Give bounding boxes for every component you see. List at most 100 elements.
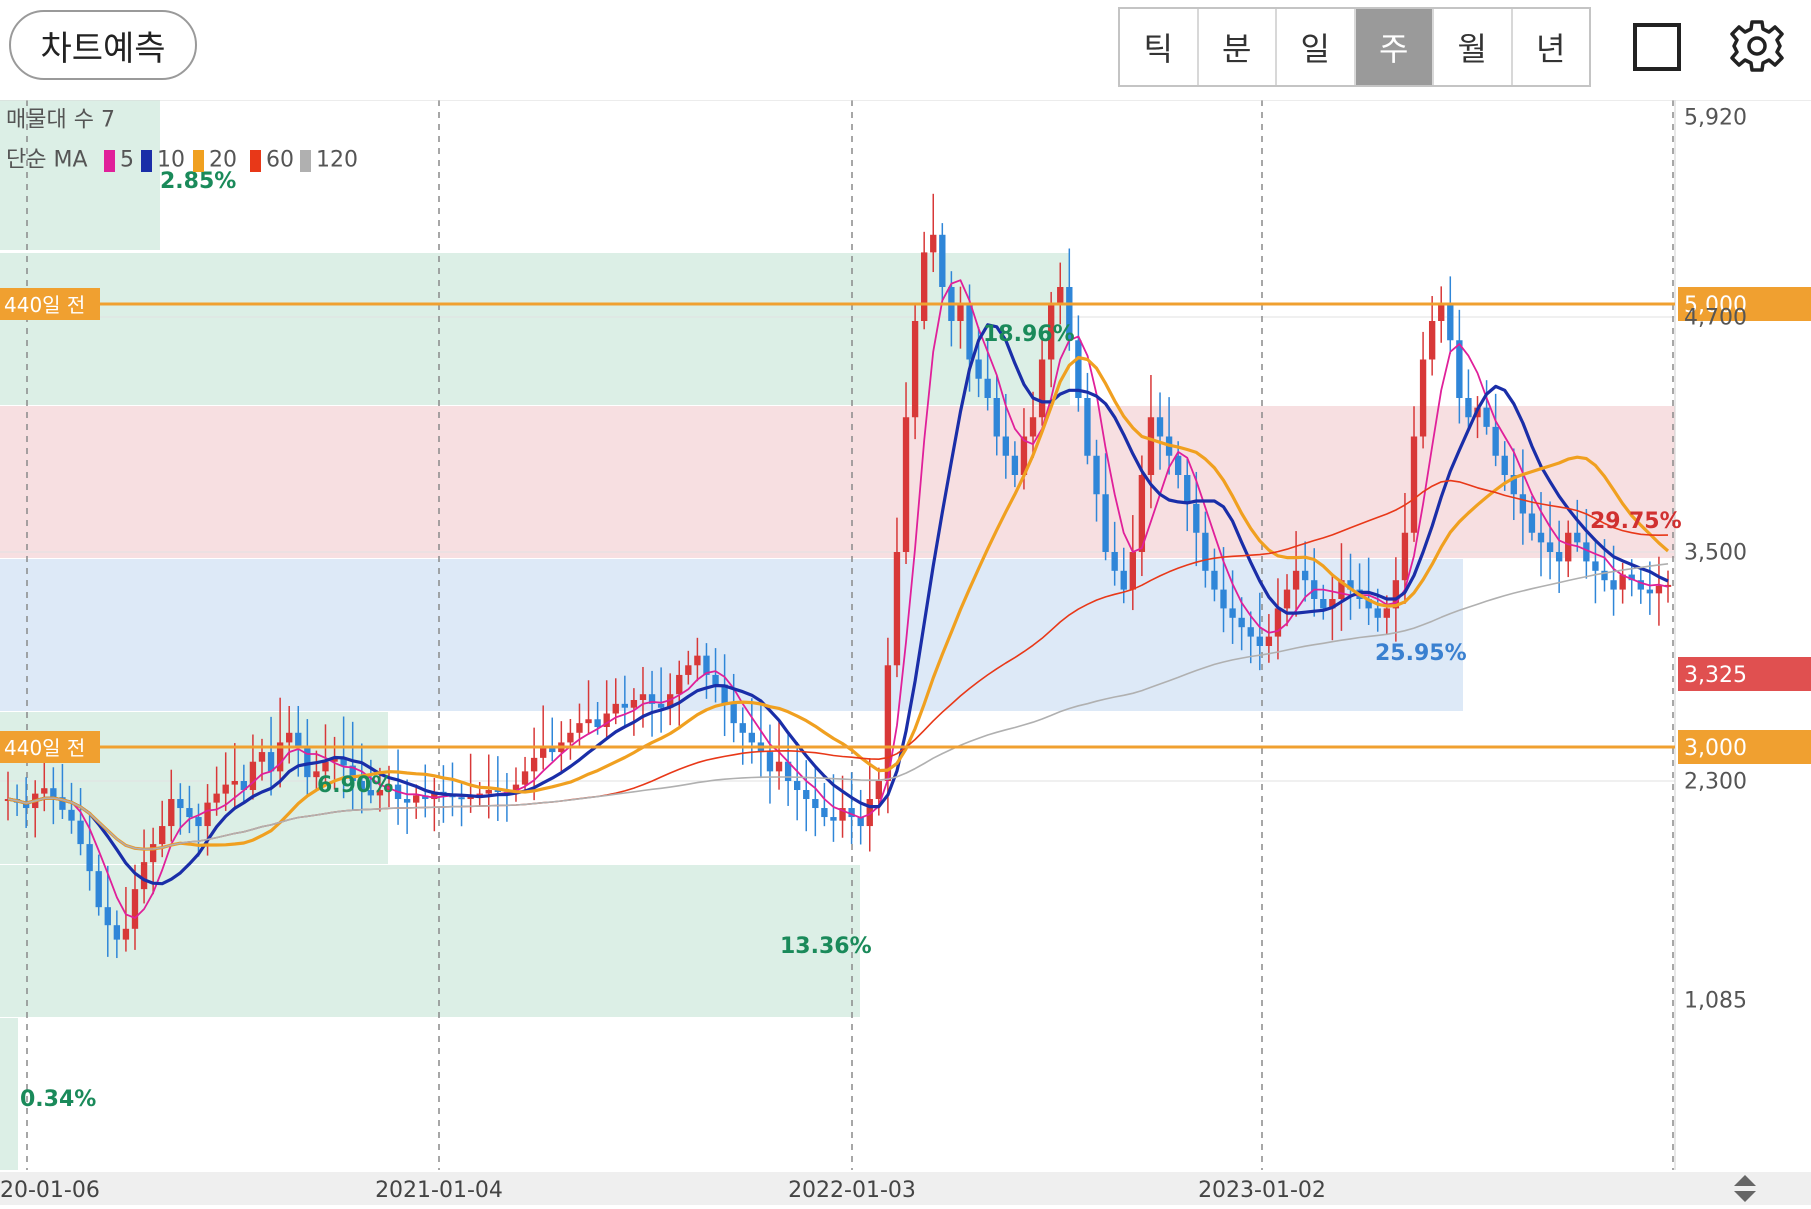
- candle-body: [1592, 561, 1599, 571]
- axis-scale-handle-icon[interactable]: [1730, 1171, 1760, 1205]
- candle-body: [657, 703, 665, 708]
- candle-body: [1555, 552, 1563, 562]
- y-tick-label: 5,920: [1684, 106, 1747, 131]
- candle-body: [930, 234, 937, 253]
- candle-body: [612, 703, 619, 714]
- candle-body: [1093, 455, 1100, 495]
- candle-body: [50, 788, 57, 798]
- candle-body: [585, 719, 592, 724]
- candle-body: [875, 781, 882, 800]
- zone-label: 2.85%: [160, 169, 236, 194]
- y-tick-label: 4,700: [1684, 306, 1747, 331]
- candle-body: [1483, 407, 1490, 427]
- candle-body: [911, 321, 919, 418]
- candle-body: [975, 359, 982, 379]
- candle-body: [286, 732, 293, 743]
- candle-body: [775, 761, 783, 772]
- candle-body: [630, 700, 638, 708]
- candle-body: [1401, 532, 1409, 581]
- y-tick-label: 1,085: [1684, 989, 1747, 1014]
- square-icon[interactable]: [1632, 22, 1682, 72]
- period-tab-week[interactable]: 주: [1355, 9, 1434, 85]
- candle-body: [1519, 494, 1527, 514]
- zone-label: 29.75%: [1590, 509, 1682, 534]
- candle-body: [1646, 589, 1654, 594]
- candle-body: [177, 799, 184, 809]
- candle-body: [113, 925, 121, 940]
- y-tick-label: 3,500: [1684, 541, 1747, 566]
- period-tab-day[interactable]: 일: [1277, 9, 1356, 85]
- candle-body: [1528, 513, 1536, 533]
- candle-body: [1057, 287, 1064, 304]
- candle-body: [458, 797, 465, 800]
- candle-body: [794, 781, 801, 791]
- period-tab-year[interactable]: 년: [1513, 9, 1590, 85]
- candle-body: [739, 723, 746, 733]
- candle-body: [1320, 599, 1327, 609]
- candle-body: [685, 665, 692, 675]
- candle-body: [1129, 552, 1136, 590]
- period-selector: 틱 분 일 주 월 년: [1118, 7, 1591, 87]
- candle-body: [104, 907, 111, 926]
- ma-legend-title: 단순 MA: [6, 148, 88, 173]
- candle-body: [1428, 321, 1436, 360]
- gear-icon[interactable]: [1727, 16, 1787, 76]
- period-tab-tick[interactable]: 틱: [1120, 9, 1199, 85]
- zone-label: 6.90%: [317, 773, 393, 798]
- candle-body: [639, 694, 647, 700]
- ma10-label: 10: [157, 148, 185, 173]
- period-tab-month[interactable]: 월: [1434, 9, 1513, 85]
- candle-body: [295, 732, 302, 747]
- current-price-marker: 3,325: [1678, 657, 1811, 691]
- zone-label: 18.96%: [983, 322, 1075, 347]
- candle-body: [231, 781, 238, 785]
- top-toolbar: 차트예측 틱 분 일 주 월 년: [0, 0, 1811, 100]
- candle-body: [1256, 636, 1263, 646]
- candle-body: [86, 844, 93, 872]
- candle-body: [1374, 608, 1381, 618]
- candle-body: [957, 304, 964, 321]
- candle-body: [140, 862, 148, 890]
- candle-body: [1229, 608, 1236, 618]
- price-chart[interactable]: 440일 전 5,000 440일 전 3,000 3,325 2.85% 18…: [0, 100, 1811, 1205]
- candle-body: [821, 808, 828, 818]
- candle-body: [1156, 417, 1164, 437]
- candle-body: [921, 252, 928, 321]
- volume-profile-count: 매물대 수 7: [6, 108, 115, 133]
- ma60-label: 60: [266, 148, 294, 173]
- candle-body: [902, 417, 910, 552]
- candle-body: [621, 703, 629, 708]
- candle-body: [1492, 426, 1499, 456]
- candle-body: [766, 752, 774, 772]
- candle-body: [168, 799, 175, 827]
- candle-body: [676, 674, 683, 695]
- candle-body: [1247, 627, 1254, 637]
- candle-body: [1447, 304, 1454, 341]
- candle-body: [1202, 532, 1209, 571]
- candle-body: [1220, 589, 1227, 609]
- ma20-label: 20: [209, 148, 237, 173]
- ma5-swatch: [104, 150, 115, 172]
- candle-body: [1084, 398, 1091, 456]
- candle-body: [1211, 570, 1218, 590]
- candle-body: [68, 809, 75, 821]
- period-tab-minute[interactable]: 분: [1199, 9, 1277, 85]
- candle-body: [1610, 580, 1617, 590]
- chart-predict-button[interactable]: 차트예측: [9, 10, 197, 80]
- candle-body: [204, 802, 211, 827]
- candle-body: [1456, 340, 1463, 398]
- candle-body: [322, 761, 329, 772]
- candle-body: [1193, 503, 1200, 533]
- candle-body: [1574, 532, 1581, 543]
- candle-body: [159, 826, 166, 845]
- candle-body: [149, 844, 157, 863]
- price-line-upper-left-label: 440일 전: [4, 293, 85, 317]
- zone-label: 13.36%: [780, 934, 872, 959]
- ma120-label: 120: [316, 148, 358, 173]
- candle-body: [1283, 589, 1291, 609]
- candle-body: [1301, 570, 1309, 581]
- zone-label: 0.34%: [20, 1087, 96, 1112]
- candle-body: [41, 788, 48, 794]
- candle-body: [195, 817, 202, 827]
- candle-body: [812, 799, 819, 809]
